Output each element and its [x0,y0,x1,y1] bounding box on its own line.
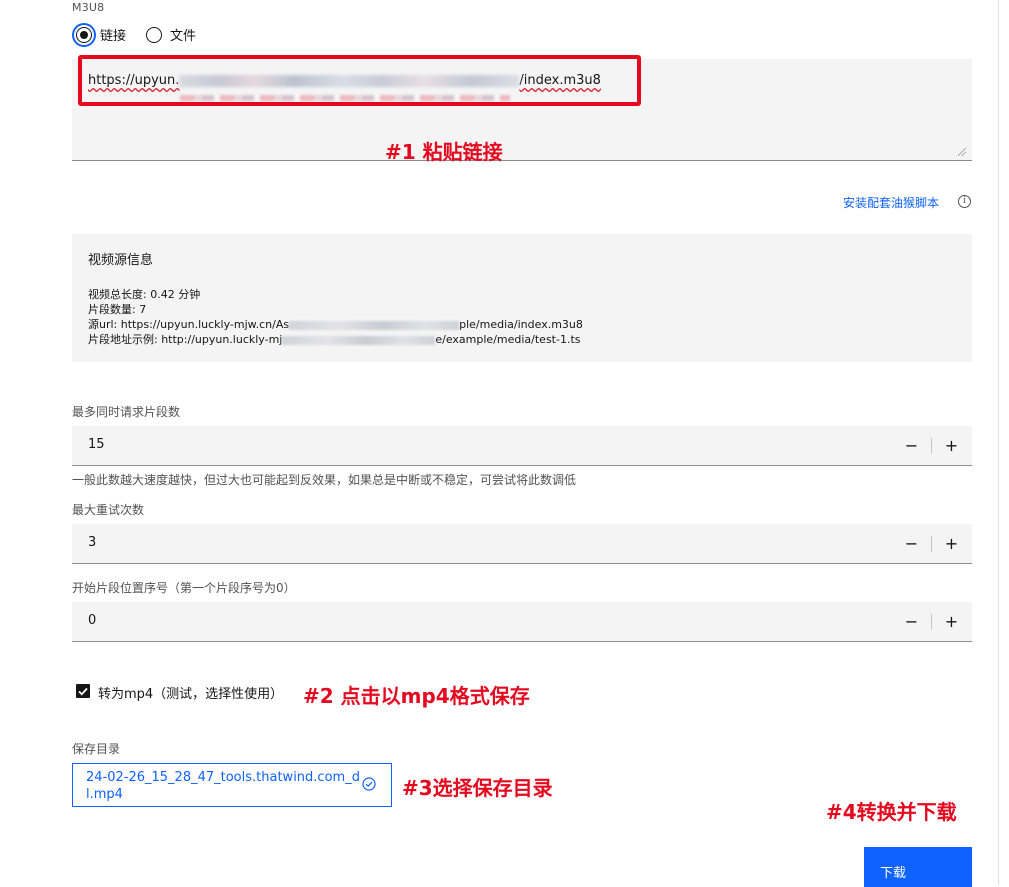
segment-url-redacted [282,335,436,345]
radio-link-label: 链接 [100,29,127,44]
info-duration: 视频总长度: 0.42 分钟 [88,288,201,301]
start-index-increment-button[interactable]: + [932,602,971,641]
radio-file-indicator[interactable] [146,26,162,43]
start-index-input[interactable]: 0 − + [72,602,972,642]
retries-label: 最大重试次数 [72,503,145,517]
info-source-url-suffix: ple/media/index.m3u8 [459,318,583,331]
concurrency-increment-button[interactable]: + [932,426,971,465]
concurrency-input[interactable]: 15 − + [72,426,972,466]
info-segment-suffix: e/example/media/test-1.ts [435,333,581,346]
start-index-decrement-button[interactable]: − [892,602,931,641]
save-dir-value[interactable]: 24-02-26_15_28_47_tools.thatwind.com_dl.… [86,769,366,803]
check-circle-icon [362,777,376,791]
annotation-step4: #4转换并下载 [826,800,957,824]
save-dir-label: 保存目录 [72,742,121,756]
radio-file[interactable]: 文件 [146,25,196,44]
retries-decrement-button[interactable]: − [892,524,931,563]
install-script-link[interactable]: 安装配套油猴脚本 [843,194,939,211]
m3u8-section-label: M3U8 [72,1,105,14]
annotation-step1: #1 粘贴链接 [385,140,503,164]
concurrency-decrement-button[interactable]: − [892,426,931,465]
info-source-url: 源url: https://upyun.luckly-mjw.cn/As ple/… [88,316,583,332]
info-segment-prefix: 片段地址示例: http://upyun.luckly-mj [88,333,283,346]
start-index-label: 开始片段位置序号（第一个片段序号为0） [72,581,296,595]
concurrency-label: 最多同时请求片段数 [72,405,181,419]
url-highlight-box [78,55,641,106]
retries-increment-button[interactable]: + [932,524,971,563]
start-index-value[interactable]: 0 [88,613,96,628]
radio-link-indicator[interactable] [76,26,92,43]
checkmark-icon [78,687,88,695]
source-url-redacted [289,320,460,330]
mp4-checkbox-label[interactable]: 转为mp4（测试，选择性使用） [98,683,283,702]
retries-value[interactable]: 3 [88,535,96,550]
resize-handle-icon[interactable] [958,148,966,156]
info-icon[interactable]: i [958,195,971,208]
info-source-url-prefix: 源url: https://upyun.luckly-mjw.cn/As [88,318,290,331]
download-button[interactable]: 下载 [864,847,972,887]
retries-input[interactable]: 3 − + [72,524,972,564]
annotation-step2: #2 点击以mp4格式保存 [303,684,530,708]
info-segments: 片段数量: 7 [88,303,147,316]
annotation-step3: #3选择保存目录 [402,776,553,800]
mp4-checkbox[interactable] [76,684,90,698]
save-dir-button[interactable]: 24-02-26_15_28_47_tools.thatwind.com_dl.… [72,763,392,807]
concurrency-value[interactable]: 15 [88,437,105,452]
radio-link[interactable]: 链接 [76,25,126,44]
info-segment-example: 片段地址示例: http://upyun.luckly-mj e/example/… [88,331,581,347]
concurrency-helper-text: 一般此数越大速度越快，但过大也可能起到反效果，如果总是中断或不稳定，可尝试将此数… [72,473,577,487]
source-info-title: 视频源信息 [88,253,154,268]
page-right-border [998,0,999,885]
radio-file-label: 文件 [170,29,197,44]
